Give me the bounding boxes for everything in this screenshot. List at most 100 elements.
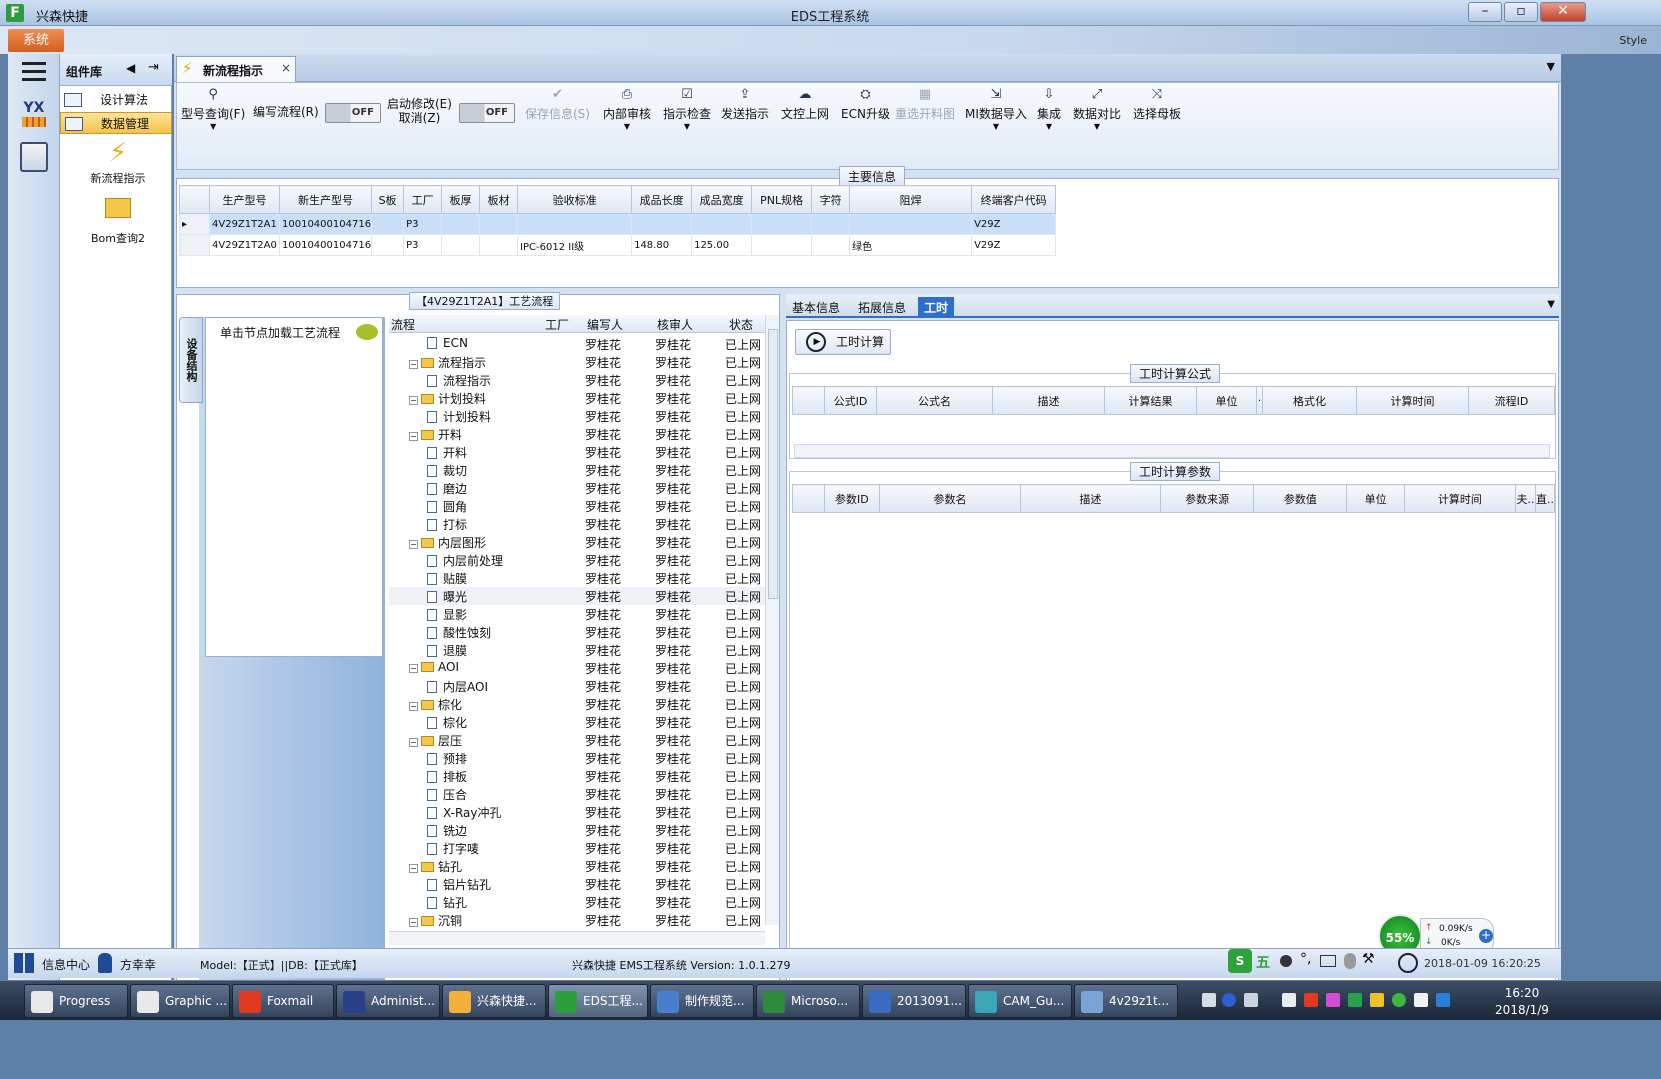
tree-node[interactable]: 计划投料 罗桂花 罗桂花 已上网: [389, 407, 765, 425]
tree-node[interactable]: ECN 罗桂花 罗桂花 已上网: [389, 335, 765, 353]
column-header[interactable]: 字符: [811, 185, 851, 214]
table-cell[interactable]: [371, 213, 405, 235]
instruction-check-button[interactable]: ☑ 指示检查 ▼: [663, 87, 711, 145]
table-cell[interactable]: IPC-6012 II级: [517, 234, 633, 256]
table-cell[interactable]: P3: [403, 213, 443, 235]
table-cell[interactable]: [811, 234, 851, 256]
column-header[interactable]: 单位: [1196, 386, 1257, 415]
tree-node[interactable]: − 内层图形 罗桂花 罗桂花 已上网: [389, 533, 765, 551]
table-cell[interactable]: [479, 234, 519, 256]
tree-node[interactable]: 打标 罗桂花 罗桂花 已上网: [389, 515, 765, 533]
column-header[interactable]: 格式化: [1262, 386, 1357, 415]
minimize-button[interactable]: –: [1468, 2, 1502, 22]
model-query-button[interactable]: ⚲ 型号查询(F) ▼: [181, 87, 245, 145]
row-selector[interactable]: [179, 234, 210, 256]
taskbar-button[interactable]: CAM_Gu...: [968, 984, 1072, 1018]
tree-horizontal-scrollbar[interactable]: [389, 931, 765, 945]
table-cell[interactable]: [691, 213, 753, 235]
mi-import-button[interactable]: ⇲ MI数据导入 ▼: [965, 87, 1027, 145]
tree-node[interactable]: 磨边 罗桂花 罗桂花 已上网: [389, 479, 765, 497]
column-header[interactable]: 参数ID: [823, 484, 881, 513]
tab-new-process[interactable]: ⚡ 新流程指示 ×: [176, 56, 296, 82]
taskbar-button[interactable]: 2013091...: [862, 984, 966, 1018]
row-selector[interactable]: ▸: [179, 213, 210, 235]
collapse-toggle-icon[interactable]: −: [409, 396, 418, 405]
table-cell[interactable]: V29Z: [971, 213, 1057, 235]
formula-grid[interactable]: 公式ID 公式名 描述 计算结果 单位 · 格式化 计算时间 流程ID: [792, 386, 1555, 415]
security-tray-icon[interactable]: [1370, 993, 1384, 1007]
tree-node[interactable]: − AOI 罗桂花 罗桂花 已上网: [389, 659, 765, 677]
tab-basic-info[interactable]: 基本信息: [786, 297, 846, 317]
column-header[interactable]: 验收标准: [517, 185, 633, 214]
volume-icon[interactable]: [1282, 993, 1296, 1007]
start-modify-button[interactable]: 启动修改(E) 取消(Z): [387, 97, 452, 155]
taskbar-button[interactable]: EDS工程...: [548, 984, 648, 1018]
keyboard-icon[interactable]: [1320, 955, 1336, 967]
tree-node[interactable]: − 钻孔 罗桂花 罗桂花 已上网: [389, 857, 765, 875]
table-cell[interactable]: [441, 234, 481, 256]
table-cell[interactable]: [751, 213, 813, 235]
column-header[interactable]: 直..: [1534, 484, 1556, 513]
table-cell[interactable]: [751, 234, 813, 256]
ime-wubi-mode[interactable]: 五: [1256, 952, 1270, 972]
table-cell[interactable]: [441, 213, 481, 235]
maximize-button[interactable]: ▫: [1504, 2, 1538, 22]
column-header[interactable]: 板厚: [441, 185, 481, 214]
tree-node[interactable]: − 开料 罗桂花 罗桂花 已上网: [389, 425, 765, 443]
tree-node[interactable]: − 沉铜 罗桂花 罗桂花 已上网: [389, 911, 765, 929]
table-cell[interactable]: 4V29Z1T2A1: [209, 213, 280, 235]
taskbar-button[interactable]: 制作规范...: [650, 984, 754, 1018]
column-header[interactable]: 阻焊: [849, 185, 973, 214]
column-header[interactable]: 流程ID: [1468, 386, 1555, 415]
column-header[interactable]: 板材: [479, 185, 519, 214]
grid-icon[interactable]: [14, 953, 34, 973]
pin-icon[interactable]: ⇥: [148, 60, 159, 75]
collapse-toggle-icon[interactable]: −: [409, 432, 418, 441]
table-cell[interactable]: P3: [403, 234, 443, 256]
chevron-down-icon[interactable]: ▼: [1547, 299, 1555, 310]
app-tray-icon[interactable]: [1392, 993, 1406, 1007]
table-cell[interactable]: [371, 234, 405, 256]
column-header[interactable]: 工厂: [403, 185, 443, 214]
tree-node[interactable]: 预排 罗桂花 罗桂花 已上网: [389, 749, 765, 767]
process-tree[interactable]: 流程 工厂 编写人 核审人 状态 ECN 罗桂花 罗桂花 已上网 − 流程指示 罗桂花 罗桂花…: [389, 315, 779, 935]
tree-node[interactable]: − 计划投料 罗桂花 罗桂花 已上网: [389, 389, 765, 407]
collapse-toggle-icon[interactable]: −: [409, 702, 418, 711]
tab-work-hours[interactable]: 工时: [918, 297, 955, 317]
yx-module-icon[interactable]: YX: [16, 100, 52, 132]
title-bar[interactable]: F 兴森快捷 EDS工程系统 – ▫ ✕: [0, 0, 1661, 26]
taskbar-button[interactable]: Foxmail: [232, 984, 334, 1018]
tray-date[interactable]: 2018/1/9: [1492, 1003, 1552, 1017]
column-header[interactable]: 计算结果: [1104, 386, 1197, 415]
tree-node[interactable]: 铣边 罗桂花 罗桂花 已上网: [389, 821, 765, 839]
tile-new-process[interactable]: ⚡ 新流程指示: [78, 138, 158, 186]
send-instruction-button[interactable]: ⇪ 发送指示: [721, 87, 769, 145]
collapse-toggle-icon[interactable]: −: [409, 918, 418, 927]
style-menu[interactable]: Style: [1619, 34, 1647, 47]
table-cell[interactable]: 10010400104716: [278, 213, 373, 235]
table-cell[interactable]: [849, 213, 973, 235]
sogou-ime-icon[interactable]: S: [1228, 949, 1252, 973]
table-cell[interactable]: [631, 213, 693, 235]
tree-node[interactable]: 内层AOI 罗桂花 罗桂花 已上网: [389, 677, 765, 695]
taskbar-button[interactable]: 兴森快捷...: [442, 984, 546, 1018]
flag-tray-icon[interactable]: [1414, 993, 1428, 1007]
tree-node[interactable]: 显影 罗桂花 罗桂花 已上网: [389, 605, 765, 623]
app-tray-icon[interactable]: [1326, 993, 1340, 1007]
taskbar-button[interactable]: Progress: [24, 984, 128, 1018]
column-header[interactable]: PNL规格: [751, 185, 813, 214]
select-master-board-button[interactable]: ⤨ 选择母板: [1133, 87, 1181, 145]
column-header[interactable]: 参数来源: [1159, 484, 1255, 513]
tree-node[interactable]: 打字唛 罗桂花 罗桂花 已上网: [389, 839, 765, 857]
taskbar-button[interactable]: Administ...: [336, 984, 440, 1018]
network-tray-icon[interactable]: [1436, 993, 1450, 1007]
column-header[interactable]: 参数名: [879, 484, 1021, 513]
column-header[interactable]: 描述: [992, 386, 1105, 415]
taskbar-button[interactable]: Graphic ...: [130, 984, 230, 1018]
table-cell[interactable]: 绿色: [849, 234, 973, 256]
app-tray-icon[interactable]: [1304, 993, 1318, 1007]
collapse-toggle-icon[interactable]: −: [409, 864, 418, 873]
column-header[interactable]: 成品长度: [631, 185, 693, 214]
collapse-toggle-icon[interactable]: −: [409, 664, 418, 673]
tree-node[interactable]: 曝光 罗桂花 罗桂花 已上网: [389, 587, 765, 605]
